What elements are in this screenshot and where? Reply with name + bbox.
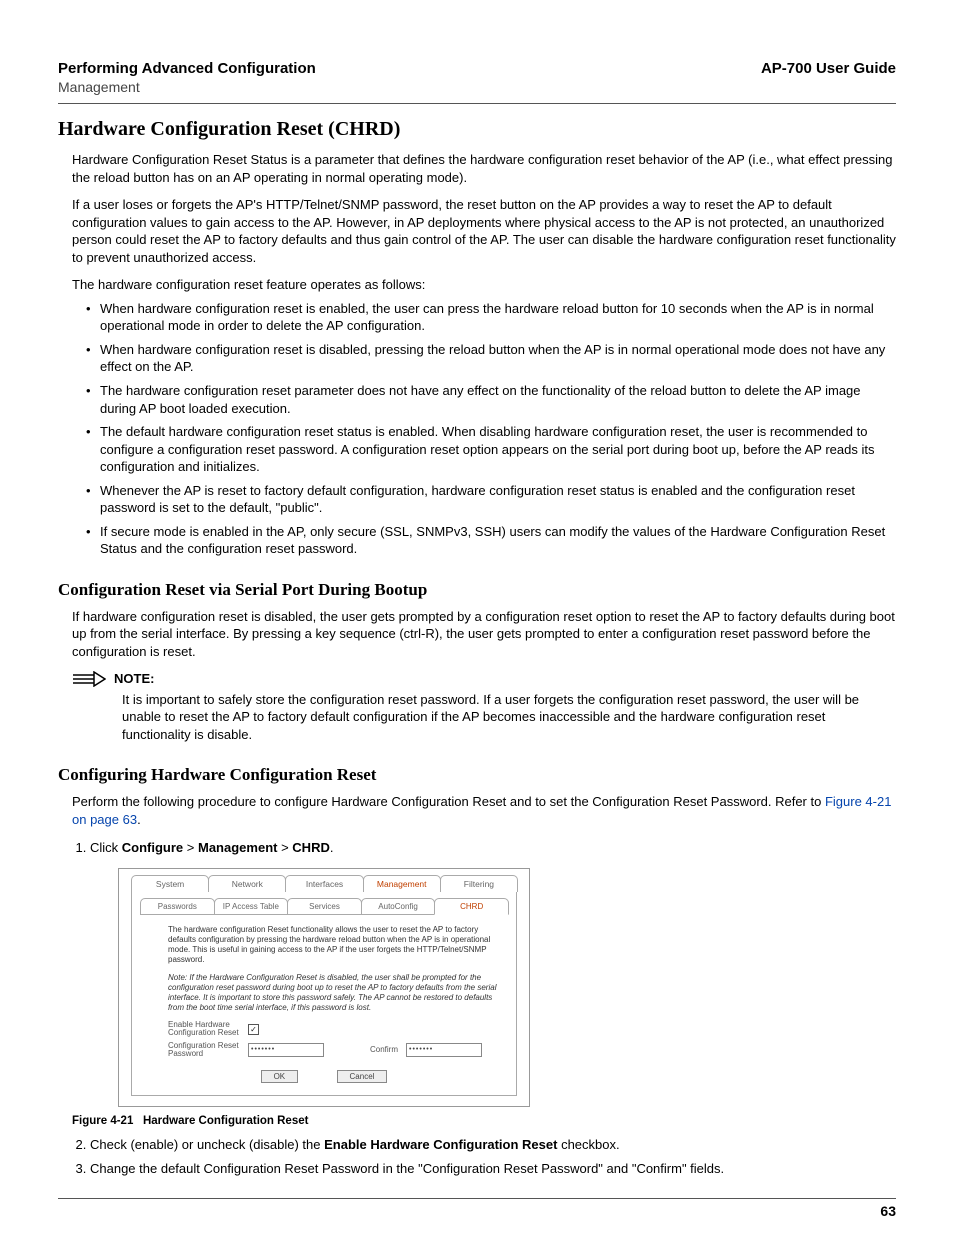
note-arrow-icon (72, 671, 106, 687)
subtab-ipaccess[interactable]: IP Access Table (214, 898, 289, 915)
sub-tabrow: Passwords IP Access Table Services AutoC… (132, 892, 516, 915)
subsection-heading: Configuration Reset via Serial Port Duri… (58, 580, 896, 600)
ui-label: Enable Hardware Configuration Reset (324, 1137, 557, 1152)
procedure-steps: Click Configure > Management > CHRD. (72, 838, 896, 858)
label-enable-hwreset: Enable Hardware Configuration Reset (168, 1021, 240, 1038)
paragraph: If a user loses or forgets the AP's HTTP… (72, 196, 896, 266)
text: checkbox. (557, 1137, 619, 1152)
screenshot-note: Note: If the Hardware Configuration Rese… (168, 973, 502, 1013)
screenshot-panel: System Network Interfaces Management Fil… (118, 868, 530, 1108)
text: Perform the following procedure to confi… (72, 794, 825, 809)
figure-caption: Figure 4-21 Hardware Configuration Reset (72, 1115, 896, 1127)
note-label: NOTE: (114, 671, 154, 686)
tab-system[interactable]: System (131, 875, 209, 892)
section-heading: Hardware Configuration Reset (CHRD) (58, 118, 896, 141)
procedure-steps-cont: Check (enable) or uncheck (disable) the … (72, 1135, 896, 1178)
header-guide-name: AP-700 User Guide (761, 60, 896, 77)
subtab-services[interactable]: Services (287, 898, 362, 915)
list-item: The hardware configuration reset paramet… (86, 382, 896, 417)
paragraph: Perform the following procedure to confi… (72, 793, 896, 828)
paragraph: If hardware configuration reset is disab… (72, 608, 896, 661)
input-confirm-password[interactable]: ••••••• (406, 1043, 482, 1057)
tab-management[interactable]: Management (363, 875, 441, 892)
footer-rule (58, 1198, 896, 1199)
tab-network[interactable]: Network (208, 875, 286, 892)
cancel-button[interactable]: Cancel (337, 1070, 388, 1083)
header-chapter: Performing Advanced Configuration (58, 60, 316, 77)
menu-path-item: Management (198, 840, 277, 855)
figure-title: Hardware Configuration Reset (143, 1115, 309, 1127)
text: Check (enable) or uncheck (disable) the (90, 1137, 324, 1152)
figure-number: Figure 4-21 (72, 1115, 133, 1127)
subtab-chrd[interactable]: CHRD (434, 898, 509, 915)
screenshot-desc: The hardware configuration Reset functio… (168, 925, 502, 965)
page-number: 63 (58, 1203, 896, 1219)
list-item: When hardware configuration reset is dis… (86, 341, 896, 376)
list-item: The default hardware configuration reset… (86, 423, 896, 476)
list-item: Whenever the AP is reset to factory defa… (86, 482, 896, 517)
tab-interfaces[interactable]: Interfaces (285, 875, 363, 892)
tab-filtering[interactable]: Filtering (440, 875, 518, 892)
header-section: Management (58, 79, 316, 95)
subtab-autoconfig[interactable]: AutoConfig (361, 898, 436, 915)
text: . (137, 812, 141, 827)
note-body: It is important to safely store the conf… (122, 691, 896, 744)
step-item: Click Configure > Management > CHRD. (90, 838, 896, 858)
subsection-heading: Configuring Hardware Configuration Reset (58, 765, 896, 785)
checkbox-enable-hwreset[interactable]: ✓ (248, 1024, 259, 1035)
label-confirm: Confirm (370, 1046, 398, 1054)
header-rule (58, 103, 896, 104)
list-item: When hardware configuration reset is ena… (86, 300, 896, 335)
label-reset-password: Configuration Reset Password (168, 1042, 240, 1059)
step-item: Change the default Configuration Reset P… (90, 1159, 896, 1179)
text: . (330, 840, 334, 855)
paragraph: The hardware configuration reset feature… (72, 276, 896, 294)
text: Click (90, 840, 122, 855)
step-item: Check (enable) or uncheck (disable) the … (90, 1135, 896, 1155)
subtab-passwords[interactable]: Passwords (140, 898, 215, 915)
menu-path-item: Configure (122, 840, 183, 855)
list-item: If secure mode is enabled in the AP, onl… (86, 523, 896, 558)
input-reset-password[interactable]: ••••••• (248, 1043, 324, 1057)
text: > (183, 840, 198, 855)
text: > (277, 840, 292, 855)
main-tabrow: System Network Interfaces Management Fil… (119, 869, 529, 892)
ok-button[interactable]: OK (261, 1070, 299, 1083)
feature-list: When hardware configuration reset is ena… (86, 300, 896, 558)
menu-path-item: CHRD (292, 840, 330, 855)
paragraph: Hardware Configuration Reset Status is a… (72, 151, 896, 186)
